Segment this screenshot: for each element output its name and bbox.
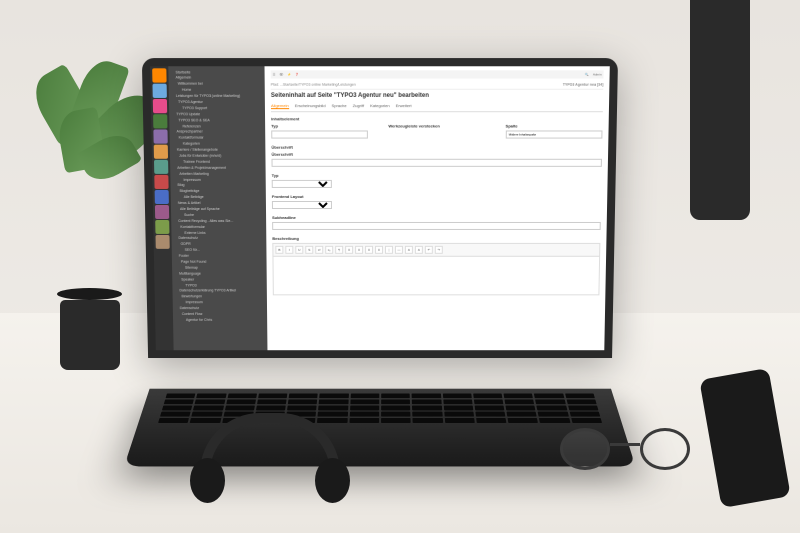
- module-info[interactable]: [153, 129, 167, 143]
- module-template[interactable]: [154, 160, 168, 174]
- headphones: [180, 413, 360, 513]
- module-page[interactable]: [152, 84, 166, 98]
- rte-button[interactable]: ⋮: [385, 246, 393, 254]
- toolbar-icon[interactable]: 👁: [279, 72, 283, 76]
- rte-button[interactable]: I: [285, 246, 293, 254]
- type-select[interactable]: [271, 130, 368, 138]
- tab-kategorien[interactable]: Kategorien: [370, 103, 390, 109]
- rte-editor[interactable]: [272, 256, 600, 296]
- tab-allgemein[interactable]: Allgemein: [271, 103, 289, 109]
- rte-button[interactable]: x²: [315, 246, 323, 254]
- subheader-input[interactable]: [272, 222, 601, 230]
- monitor-stand: [690, 0, 750, 220]
- tab-zugriff[interactable]: Zugriff: [353, 103, 364, 109]
- rte-button[interactable]: A: [405, 246, 413, 254]
- tree-item[interactable]: Agentur for Chris: [176, 317, 264, 323]
- top-toolbar: ☰ 👁 ⚡ ❓ 🔍 Admin: [271, 70, 604, 78]
- tab-erweitert[interactable]: Erweitert: [396, 103, 412, 109]
- section-heading: Inhaltselement: [271, 116, 603, 121]
- module-list[interactable]: [153, 114, 167, 128]
- column-label: Spalte: [506, 123, 603, 128]
- rte-button[interactable]: ↶: [425, 246, 433, 254]
- toolbar-icon[interactable]: ⚡: [287, 72, 291, 76]
- visibility-label: Werkzeugleiste verstecken: [388, 123, 485, 128]
- rte-button[interactable]: ≡: [345, 246, 353, 254]
- tab-erscheinungsbild[interactable]: Erscheinungsbild: [295, 103, 326, 109]
- rte-button[interactable]: B: [275, 246, 283, 254]
- module-web[interactable]: [152, 68, 166, 82]
- header-type-label: Typ: [272, 173, 602, 178]
- content-area: ☰ 👁 ⚡ ❓ 🔍 Admin Pfad: ...Startseite/TYPO…: [265, 66, 610, 350]
- header-label: Überschrift: [271, 152, 602, 157]
- rte-button[interactable]: ≡: [355, 246, 363, 254]
- layout-select[interactable]: [272, 201, 332, 209]
- laptop: Startseite AllgemeinWillkommen beiHomeLe…: [145, 60, 625, 440]
- module-filelist[interactable]: [154, 175, 168, 189]
- rte-button[interactable]: A: [415, 246, 423, 254]
- module-admin[interactable]: [155, 190, 169, 204]
- section-heading: Überschrift: [271, 145, 602, 150]
- typo3-backend: Startseite AllgemeinWillkommen beiHomeLe…: [150, 66, 610, 350]
- rte-button[interactable]: ≡: [375, 246, 383, 254]
- toolbar-icon[interactable]: ☰: [273, 72, 276, 76]
- rte-button[interactable]: ¶: [335, 246, 343, 254]
- rte-button[interactable]: ↷: [435, 246, 443, 254]
- module-help[interactable]: [156, 235, 170, 249]
- rte-button[interactable]: S: [305, 246, 313, 254]
- module-view[interactable]: [153, 99, 167, 113]
- rte-button[interactable]: x₂: [325, 246, 333, 254]
- layout-label: Frontend Layout: [272, 194, 601, 199]
- module-system[interactable]: [155, 220, 169, 234]
- rte-button[interactable]: ≡: [365, 246, 373, 254]
- module-tools[interactable]: [155, 205, 169, 219]
- desc-label: Beschreibung: [272, 236, 600, 241]
- tab-sprache[interactable]: Sprache: [332, 103, 347, 109]
- breadcrumb: Pfad: ...Startseite/TYPO3 online Marketi…: [271, 81, 604, 90]
- column-select[interactable]: [505, 130, 602, 138]
- header-type-select[interactable]: [272, 180, 332, 188]
- rte-toolbar: BIUSx²x₂¶≡≡≡≡⋮—AA↶↷: [272, 243, 600, 256]
- header-input[interactable]: [271, 159, 601, 167]
- plant-decoration: [30, 50, 150, 230]
- module-workspaces[interactable]: [154, 145, 168, 159]
- page-title: Seiteninhalt auf Seite "TYPO3 Agentur ne…: [271, 93, 603, 99]
- type-label: Typ: [271, 123, 368, 128]
- user-menu[interactable]: Admin: [593, 72, 602, 76]
- tabs: Allgemein Erscheinungsbild Sprache Zugriff K…: [271, 103, 603, 112]
- rte-button[interactable]: —: [395, 246, 403, 254]
- coffee-cup: [60, 280, 130, 370]
- subheader-label: Subheadline: [272, 215, 601, 220]
- page-tree[interactable]: Startseite AllgemeinWillkommen beiHomeLe…: [168, 66, 267, 350]
- rte-button[interactable]: U: [295, 246, 303, 254]
- search-icon[interactable]: 🔍: [585, 72, 589, 76]
- glasses: [560, 428, 690, 473]
- toolbar-icon[interactable]: ❓: [295, 72, 299, 76]
